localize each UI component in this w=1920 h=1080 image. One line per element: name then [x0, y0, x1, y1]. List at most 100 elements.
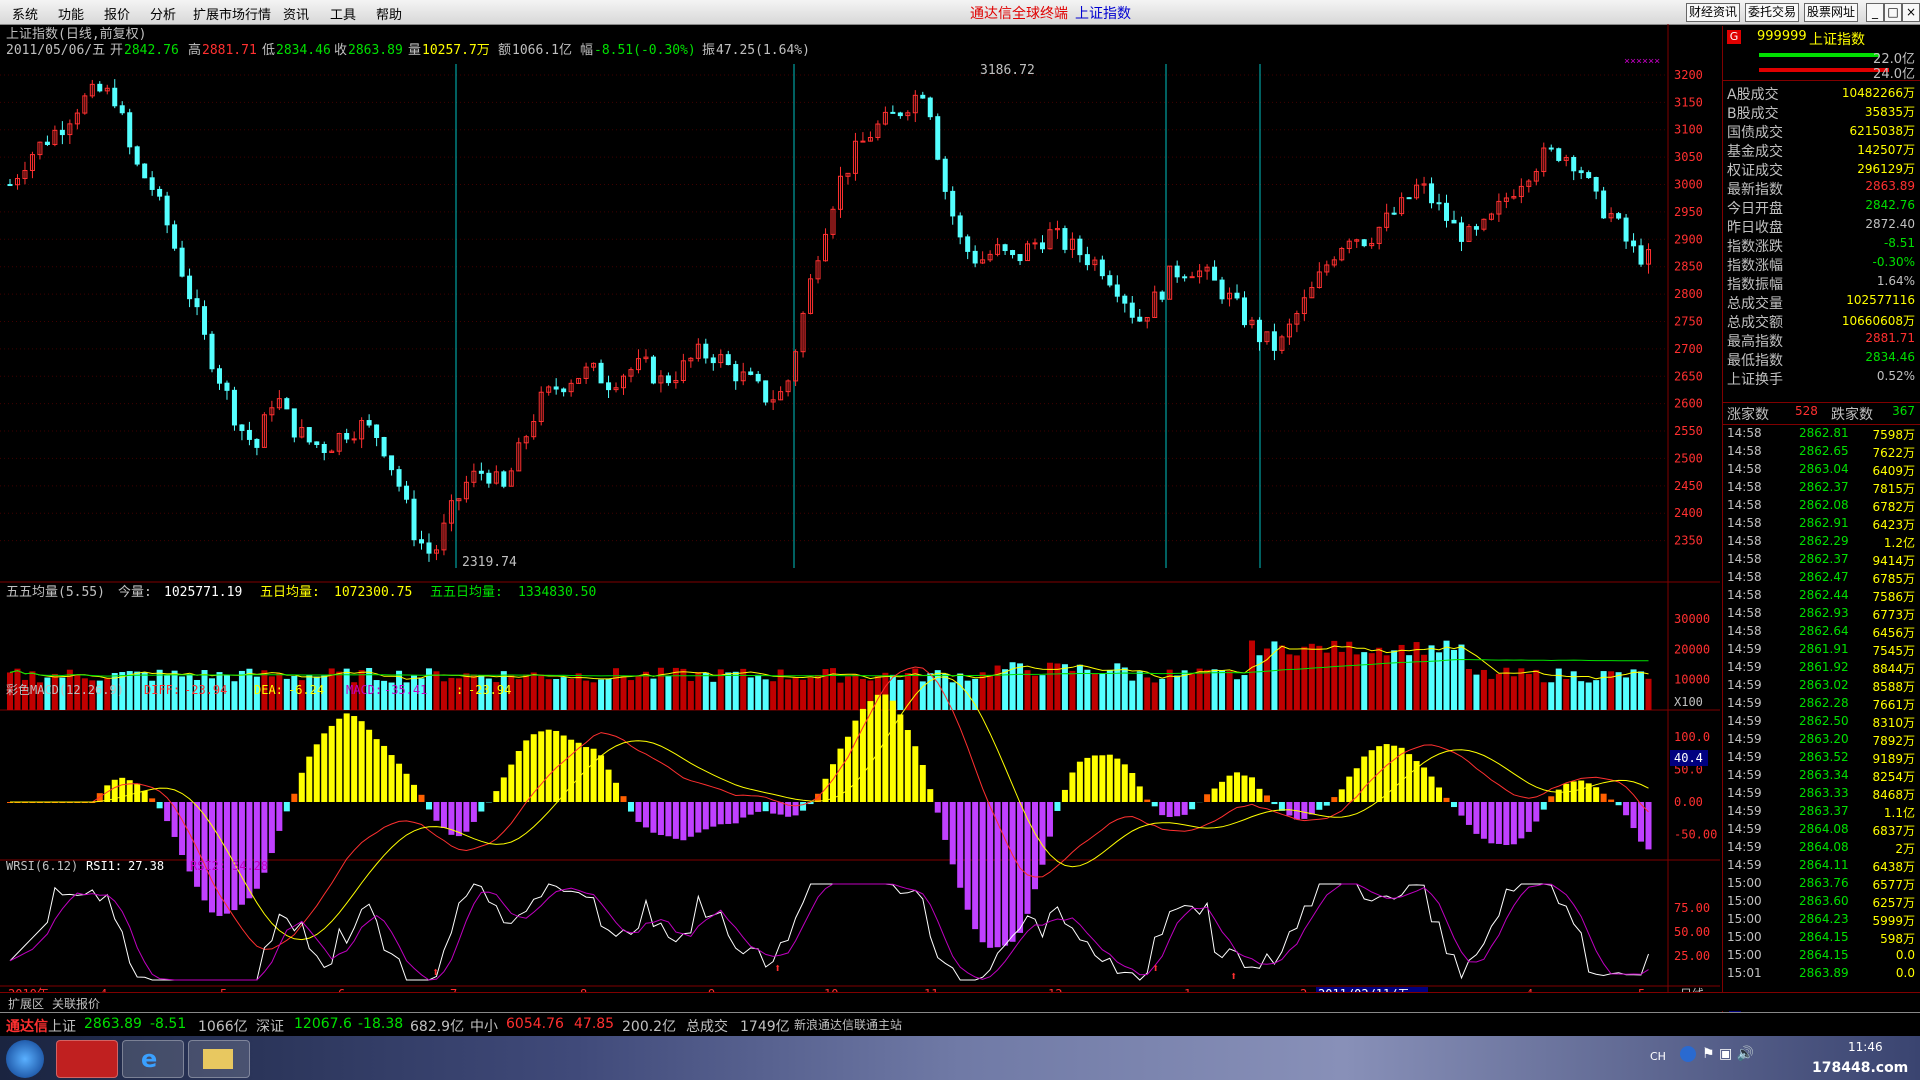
macd-bar	[1069, 772, 1076, 802]
macd-bar	[1181, 802, 1188, 815]
stat-row: 今日开盘 2842.76	[1725, 198, 1917, 217]
macd-bar	[119, 777, 126, 802]
price-tick-label: 2750	[1674, 314, 1703, 328]
macd-badge: 40.4	[1674, 751, 1703, 765]
tick-row: 14:58 2862.47 6785万	[1725, 570, 1917, 588]
candle-body	[1361, 239, 1367, 247]
tick-time: 14:58	[1727, 552, 1762, 566]
tick-volume: 7622万	[1872, 446, 1915, 460]
trade-button[interactable]: 委托交易	[1745, 3, 1800, 22]
stat-value: 2872.40	[1865, 217, 1915, 231]
volume-bar	[515, 679, 522, 710]
clock[interactable]: 11:46	[1848, 1040, 1883, 1054]
volume-bar	[627, 680, 634, 710]
chart-date: 2011/05/06/五	[6, 43, 105, 58]
candle-body	[351, 438, 357, 441]
lang-indicator[interactable]: CH	[1650, 1050, 1666, 1063]
tick-time: 15:00	[1727, 876, 1762, 890]
volume-bar	[1054, 663, 1061, 710]
stat-row: 最新指数 2863.89	[1725, 179, 1917, 198]
stat-label: 总成交额	[1727, 315, 1783, 331]
volume-bar	[1518, 668, 1525, 710]
chart-title: 上证指数(日线,前复权)	[6, 26, 146, 42]
macd-bar	[605, 769, 612, 802]
tick-volume: 7586万	[1872, 590, 1915, 604]
volume-bar	[1623, 677, 1630, 710]
volume-bar	[1645, 678, 1652, 710]
tick-time: 14:59	[1727, 858, 1762, 872]
macd-bar	[1473, 802, 1480, 834]
tab-extended-area[interactable]: 扩展区	[8, 995, 44, 1012]
tick-volume: 6438万	[1872, 860, 1915, 874]
tab-related-quote[interactable]: 关联报价	[52, 995, 100, 1012]
tick-volume: 6257万	[1872, 896, 1915, 910]
macd-bar	[1578, 780, 1585, 802]
volume-bar	[1211, 669, 1218, 710]
volume-bar	[1174, 675, 1181, 710]
tick-row: 14:58 2862.65 7622万	[1725, 444, 1917, 462]
help-icon[interactable]	[1680, 1046, 1696, 1062]
chart-area[interactable]: 上证指数(日线,前复权) 2011/05/06/五 开 2842.76 高 28…	[0, 24, 1920, 1001]
candle-body	[396, 469, 402, 487]
stock-sites-button[interactable]: 股票网址	[1804, 3, 1859, 22]
tick-row: 14:58 2862.29 1.2亿	[1725, 534, 1917, 552]
taskbar: e CH ⚑ ▣ 🔊 11:46 178448.com	[0, 1036, 1920, 1080]
macd-bar	[1174, 802, 1181, 817]
stat-label: 权证成交	[1727, 163, 1783, 179]
macd-bar	[463, 802, 470, 832]
tick-row: 14:58 2862.93 6773万	[1725, 606, 1917, 624]
kline-chart[interactable]: 上证指数(日线,前复权) 2011/05/06/五 开 2842.76 高 28…	[0, 24, 1720, 1001]
volume-bar	[800, 679, 807, 710]
menu-extended-market[interactable]: 扩展市场行情	[193, 4, 271, 23]
macd-bar	[1593, 787, 1600, 802]
volume-bar	[1421, 654, 1428, 710]
start-button-icon[interactable]	[6, 1040, 44, 1078]
candle-body	[972, 250, 978, 264]
volume-bar	[1159, 678, 1166, 710]
zx-value: 6054.76	[506, 1016, 564, 1032]
volume-bar	[1241, 675, 1248, 710]
tick-time: 14:58	[1727, 462, 1762, 476]
ie-browser-icon[interactable]: e	[122, 1040, 184, 1078]
macd-bar	[635, 802, 642, 822]
macd-bar	[1563, 783, 1570, 802]
candle-body	[404, 485, 410, 500]
amt-label: 额	[498, 43, 511, 58]
close-button[interactable]: ×	[1902, 3, 1920, 22]
volume-bar	[815, 674, 822, 710]
menu-function[interactable]: 功能	[58, 4, 84, 23]
menu-system[interactable]: 系统	[12, 4, 38, 23]
stat-label: 总成交量	[1727, 296, 1783, 312]
volume-bar	[583, 680, 590, 710]
tick-volume: 0.0	[1895, 948, 1915, 962]
stat-value: 2881.71	[1865, 331, 1915, 345]
menu-help[interactable]: 帮助	[376, 4, 402, 23]
stat-row: 权证成交 296129万	[1725, 160, 1917, 179]
menu-analysis[interactable]: 分析	[150, 4, 176, 23]
candle-body	[187, 275, 193, 300]
candle-body	[1571, 156, 1577, 172]
tray-icons[interactable]: ⚑ ▣ 🔊	[1702, 1046, 1754, 1062]
candle-body	[149, 177, 155, 190]
stat-label: 最低指数	[1727, 353, 1783, 369]
menu-quote[interactable]: 报价	[104, 4, 130, 23]
tick-price: 2863.02	[1799, 678, 1849, 692]
macd-bar	[1623, 802, 1630, 816]
candle-body	[553, 386, 559, 390]
finance-news-button[interactable]: 财经资讯	[1686, 3, 1741, 22]
macd-dea-label: DEA:	[254, 683, 283, 697]
volume-bar	[1413, 642, 1420, 710]
maximize-button[interactable]: □	[1884, 3, 1902, 22]
minimize-button[interactable]: _	[1866, 3, 1884, 22]
macd-bar	[904, 730, 911, 802]
menu-news[interactable]: 资讯	[283, 4, 309, 23]
menu-tools[interactable]: 工具	[330, 4, 356, 23]
macd-bar	[1600, 793, 1607, 802]
folder-icon[interactable]	[188, 1040, 250, 1078]
candle-body	[1219, 279, 1225, 300]
macd-axis: 100.050.00.00-50.00	[1674, 730, 1717, 842]
macd-bar	[1301, 802, 1308, 819]
macd-bar	[253, 802, 260, 889]
tdx-app-icon[interactable]	[56, 1040, 118, 1078]
volume-bar	[1428, 645, 1435, 710]
